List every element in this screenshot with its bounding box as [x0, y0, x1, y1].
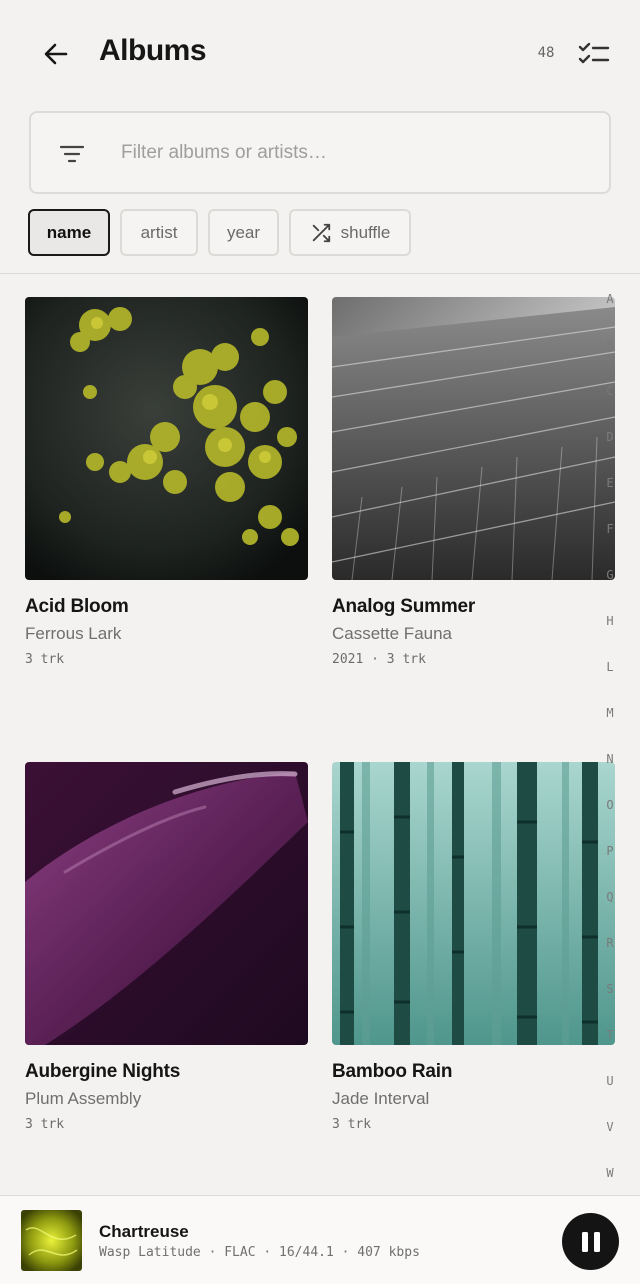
index-letter[interactable]: A	[598, 292, 622, 306]
chip-label: year	[226, 222, 261, 242]
chip-label: name	[46, 222, 92, 242]
index-letter[interactable]: B	[598, 338, 622, 352]
album-cover-bamboo-rain	[332, 762, 615, 1045]
filter-icon	[59, 145, 85, 163]
shuffle-icon	[312, 223, 330, 242]
now-playing-bar[interactable]: Chartreuse Wasp Latitude · FLAC · 16/44.…	[0, 1195, 640, 1284]
index-letter[interactable]: N	[598, 752, 622, 766]
page-title: Albums	[99, 34, 207, 67]
pause-button[interactable]	[562, 1213, 619, 1270]
album-meta: 3 trk	[25, 652, 65, 667]
album-artist: Ferrous Lark	[25, 624, 122, 643]
index-letter[interactable]: O	[598, 798, 622, 812]
select-mode-button[interactable]	[574, 36, 614, 72]
index-letter[interactable]: Q	[598, 890, 622, 904]
alphabet-index: A B C D E F G H L M N O P Q R S T U V W	[598, 287, 622, 1197]
index-letter[interactable]: P	[598, 844, 622, 858]
index-letter[interactable]: U	[598, 1074, 622, 1088]
album-count: 48	[537, 45, 555, 61]
index-letter[interactable]: E	[598, 476, 622, 490]
search-input[interactable]	[121, 133, 581, 173]
filter-bar	[29, 111, 611, 194]
chip-shuffle[interactable]: shuffle	[289, 209, 411, 256]
album-title: Aubergine Nights	[25, 1061, 181, 1082]
album-cover-analog-summer	[332, 297, 615, 580]
chip-sort-name[interactable]: name	[28, 209, 110, 256]
now-playing-artwork	[21, 1210, 82, 1271]
index-letter[interactable]: M	[598, 706, 622, 720]
album-artist: Jade Interval	[332, 1089, 430, 1108]
index-letter[interactable]: G	[598, 568, 622, 582]
index-letter[interactable]: D	[598, 430, 622, 444]
now-playing-info: Wasp Latitude · FLAC · 16/44.1 · 407 kbp…	[99, 1245, 420, 1260]
pause-icon	[581, 1231, 600, 1252]
index-letter[interactable]: R	[598, 936, 622, 950]
album-artist: Cassette Fauna	[332, 624, 453, 643]
album-cover-acid-bloom	[25, 297, 308, 580]
arrow-left-icon	[44, 43, 68, 65]
index-letter[interactable]: S	[598, 982, 622, 996]
album-meta: 2021 · 3 trk	[332, 652, 426, 667]
app-header: Albums 48	[0, 0, 640, 106]
divider	[0, 273, 640, 274]
album-title: Bamboo Rain	[332, 1061, 453, 1082]
index-letter[interactable]: W	[598, 1166, 622, 1180]
album-title: Analog Summer	[332, 596, 476, 617]
chip-sort-artist[interactable]: artist	[120, 209, 198, 256]
back-button[interactable]	[36, 34, 76, 74]
index-letter[interactable]: F	[598, 522, 622, 536]
checklist-icon	[578, 42, 610, 64]
album-title: Acid Bloom	[25, 596, 129, 617]
now-playing-title: Chartreuse	[99, 1222, 189, 1241]
index-letter[interactable]: C	[598, 384, 622, 398]
album-cover-aubergine-nights	[25, 762, 308, 1045]
chip-label: artist	[140, 222, 178, 242]
index-letter[interactable]: T	[598, 1028, 622, 1042]
chip-sort-year[interactable]: year	[208, 209, 279, 256]
index-letter[interactable]: H	[598, 614, 622, 628]
chip-label: shuffle	[340, 222, 391, 242]
album-artist: Plum Assembly	[25, 1089, 142, 1108]
album-meta: 3 trk	[332, 1117, 372, 1132]
index-letter[interactable]: V	[598, 1120, 622, 1134]
index-letter[interactable]: L	[598, 660, 622, 674]
album-meta: 3 trk	[25, 1117, 65, 1132]
